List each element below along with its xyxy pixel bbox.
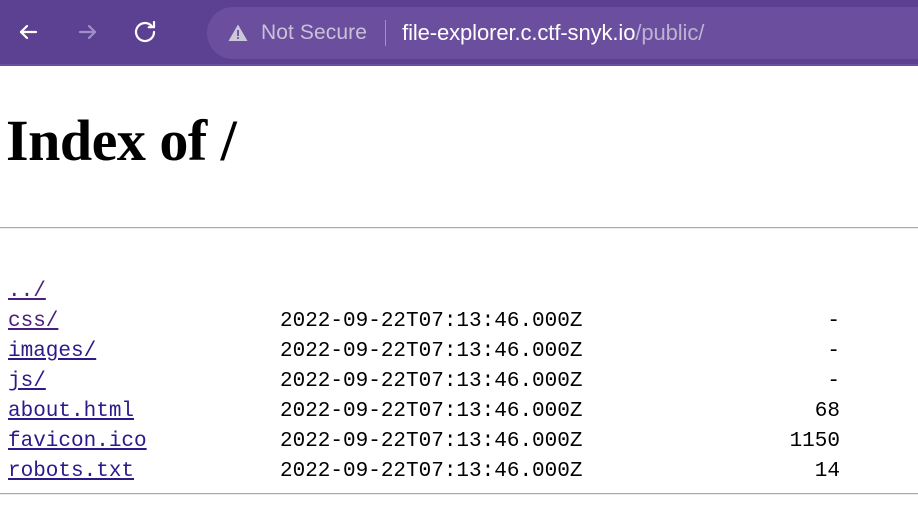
browser-toolbar: Not Secure file-explorer.c.ctf-snyk.io/p… xyxy=(0,0,918,66)
listing-date-cell: 2022-09-22T07:13:46.000Z xyxy=(280,430,583,453)
url-host: file-explorer.c.ctf-snyk.io xyxy=(402,20,636,45)
reload-button[interactable] xyxy=(116,3,174,61)
listing-row: about.html 2022-09-22T07:13:46.000Z 68 xyxy=(8,397,840,427)
security-status-label: Not Secure xyxy=(261,21,368,44)
listing-size-cell: - xyxy=(827,310,840,333)
listing-size-cell: - xyxy=(827,340,840,363)
file-link[interactable]: images/ xyxy=(8,340,96,363)
listing-row: css/2022-09-22T07:13:46.000Z - xyxy=(8,307,840,337)
listing-date-cell: 2022-09-22T07:13:46.000Z xyxy=(280,400,583,423)
listing-name-cell: ../ xyxy=(8,277,280,307)
listing-size-cell: 1150 xyxy=(789,430,840,453)
file-link[interactable]: js/ xyxy=(8,370,46,393)
listing-row: images/2022-09-22T07:13:46.000Z - xyxy=(8,337,840,367)
listing-name-cell: images/ xyxy=(8,337,280,367)
divider-top xyxy=(0,227,918,229)
listing-name-cell: js/ xyxy=(8,367,280,397)
url-path: /public/ xyxy=(635,20,705,45)
address-bar[interactable]: Not Secure file-explorer.c.ctf-snyk.io/p… xyxy=(207,7,918,59)
listing-size-cell: - xyxy=(827,370,840,393)
listing-date-cell: 2022-09-22T07:13:46.000Z xyxy=(280,370,583,393)
divider-bottom xyxy=(0,493,918,495)
listing-size-cell: 14 xyxy=(814,460,840,483)
reload-icon xyxy=(130,17,160,47)
listing-row: ../ xyxy=(8,277,840,307)
file-link[interactable]: robots.txt xyxy=(8,460,134,483)
directory-listing: ../css/2022-09-22T07:13:46.000Z - images/2… xyxy=(8,277,840,487)
address-bar-url: file-explorer.c.ctf-snyk.io/public/ xyxy=(402,20,704,46)
arrow-left-icon xyxy=(14,17,44,47)
listing-row: robots.txt 2022-09-22T07:13:46.000Z 14 xyxy=(8,457,840,487)
listing-name-cell: favicon.ico xyxy=(8,427,280,457)
back-button[interactable] xyxy=(0,3,58,61)
forward-button[interactable] xyxy=(58,3,116,61)
page-title: Index of / xyxy=(6,108,237,173)
navigation-buttons xyxy=(0,3,174,61)
listing-name-cell: about.html xyxy=(8,397,280,427)
file-link[interactable]: about.html xyxy=(8,400,134,423)
warning-triangle-icon[interactable] xyxy=(227,22,249,44)
listing-size-cell: 68 xyxy=(814,400,840,423)
listing-name-cell: robots.txt xyxy=(8,457,280,487)
listing-date-cell: 2022-09-22T07:13:46.000Z xyxy=(280,310,583,333)
file-link[interactable]: ../ xyxy=(8,280,46,303)
address-bar-separator xyxy=(385,20,387,46)
page-content: Index of / ../ css/2022-09-22T07:13:46.00… xyxy=(0,66,918,508)
listing-name-cell: css/ xyxy=(8,307,280,337)
listing-row: js/2022-09-22T07:13:46.000Z - xyxy=(8,367,840,397)
listing-row: favicon.ico 2022-09-22T07:13:46.000Z 1150 xyxy=(8,427,840,457)
listing-date-cell: 2022-09-22T07:13:46.000Z xyxy=(280,340,583,363)
file-link[interactable]: css/ xyxy=(8,310,58,333)
file-link[interactable]: favicon.ico xyxy=(8,430,147,453)
arrow-right-icon xyxy=(72,17,102,47)
listing-date-cell: 2022-09-22T07:13:46.000Z xyxy=(280,460,583,483)
